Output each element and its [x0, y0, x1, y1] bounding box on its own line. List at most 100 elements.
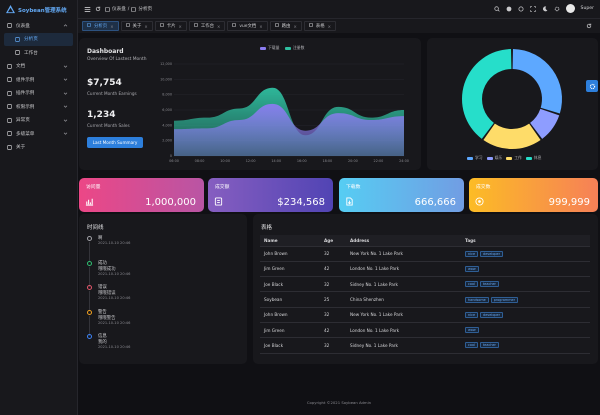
column-header-address[interactable]: Address	[346, 235, 461, 247]
tag-badge: teacher	[479, 342, 499, 349]
close-icon[interactable]: ×	[110, 24, 113, 29]
table-row[interactable]: John Brown 32 New York No. 1 Lake Park nice…	[260, 307, 590, 323]
cell-address: Sidney No. 1 Lake Park	[346, 276, 461, 293]
legend-item: 注册数	[285, 45, 304, 51]
timeline-dot	[87, 285, 92, 290]
last-month-summary-button[interactable]: Last Month Summary	[87, 137, 143, 148]
timeline-connector	[89, 242, 90, 262]
dashboard-icon	[105, 6, 110, 12]
sidebar-item-label: 文档	[16, 64, 26, 70]
tab-1[interactable]: 关于 ×	[120, 21, 153, 31]
close-icon[interactable]: ×	[259, 24, 262, 29]
legend-item: 下载量	[260, 45, 279, 51]
close-icon[interactable]: ×	[293, 24, 296, 29]
cell-address: China Shenzhen	[346, 291, 461, 308]
legend-label: 注册数	[293, 45, 305, 50]
sidebar-item-workbench[interactable]: 工作台	[0, 46, 77, 60]
table-row[interactable]: Jim Green 42 London No. 1 Lake Park wow	[260, 322, 590, 339]
tab-icon	[193, 23, 198, 29]
y-tick-label: 10,000	[160, 77, 172, 81]
stat-title: 访问量	[86, 185, 101, 190]
table-row[interactable]: Soybean 25 China Shenzhen handsome programme…	[260, 291, 590, 308]
legend-swatch	[260, 46, 266, 50]
tab-0[interactable]: 分析页 ×	[82, 21, 119, 31]
cell-age: 32	[320, 337, 346, 354]
avatar[interactable]	[565, 4, 575, 13]
breadcrumb-item-dashboard[interactable]: 仪表盘	[112, 6, 126, 12]
sidebar-item-plugin[interactable]: 插件示例	[0, 87, 77, 101]
moon-icon[interactable]	[542, 5, 548, 12]
sidebar-item-exception[interactable]: 异常页	[0, 114, 77, 128]
sidebar-item-about[interactable]: 关于	[0, 141, 77, 155]
fullscreen-icon[interactable]	[529, 5, 536, 12]
tab-icon	[159, 23, 164, 29]
menu-fold-icon[interactable]	[84, 6, 91, 13]
settings-icon[interactable]	[554, 6, 560, 12]
dashboard-card: Dashboard Overview Of Lastest Month $7,7…	[79, 38, 421, 170]
sidebar-item-label: 权限示例	[16, 104, 35, 110]
sidebar-item-label: 关于	[16, 145, 26, 151]
cell-address: New York No. 1 Lake Park	[346, 307, 461, 323]
refresh-tab-icon[interactable]	[586, 23, 592, 29]
sidebar-item-permission[interactable]: 权限示例	[0, 100, 77, 114]
tag-badge: cool	[465, 342, 478, 349]
breadcrumb-item-analysis[interactable]: 分析页	[138, 6, 152, 12]
x-tick-label: 12:00	[246, 159, 256, 163]
sidebar-item-label: 工作台	[24, 50, 38, 56]
sales-value: 1,234	[87, 110, 116, 120]
column-header-name[interactable]: Name	[260, 235, 320, 247]
theme-icon[interactable]	[518, 6, 524, 12]
sidebar-item-component[interactable]: 组件示例	[0, 73, 77, 87]
sidebar-item-multi-menu[interactable]: 多级菜单	[0, 127, 77, 141]
donut-slice[interactable]	[512, 49, 562, 114]
github-icon[interactable]	[506, 6, 512, 12]
y-tick-label: 8,000	[162, 93, 172, 97]
legend-label: 休息	[533, 155, 542, 160]
table-row[interactable]: Jim Green 42 London No. 1 Lake Park wow	[260, 261, 590, 278]
close-icon[interactable]: ×	[217, 24, 220, 29]
tab-5[interactable]: 路由 ×	[269, 21, 302, 31]
user-name[interactable]: Super	[581, 6, 594, 11]
data-table: Name Age Address Tags John Brown 32 New Yo…	[260, 235, 590, 354]
timeline-time: 2021-10-10 20:46	[98, 296, 131, 300]
table-row[interactable]: John Brown 32 New York No. 1 Lake Park nice…	[260, 246, 590, 262]
dashboard-title: Dashboard	[87, 48, 124, 55]
search-icon[interactable]	[493, 5, 500, 12]
tab-label: 卡片	[166, 24, 176, 29]
close-icon[interactable]: ×	[179, 24, 182, 29]
stat-title: 成交数	[476, 185, 491, 190]
timeline-connector	[89, 291, 90, 311]
close-icon[interactable]: ×	[328, 24, 331, 29]
table-row[interactable]: Joe Black 32 Sidney No. 1 Lake Park cool tea…	[260, 337, 590, 354]
timeline-dot	[87, 236, 92, 241]
y-tick-label: 4,000	[162, 123, 172, 127]
sidebar-item-document[interactable]: 文档	[0, 60, 77, 74]
settings-button[interactable]	[586, 80, 598, 92]
tab-4[interactable]: vue文档 ×	[227, 21, 268, 31]
legend-swatch	[525, 156, 532, 160]
x-tick-label: 24:00	[399, 159, 409, 163]
column-header-tags[interactable]: Tags	[461, 235, 590, 247]
tag-badge: wow	[465, 265, 479, 272]
sidebar-item-analysis[interactable]: 分析页	[4, 32, 73, 46]
x-tick-label: 18:00	[322, 159, 332, 163]
cell-age: 32	[320, 307, 346, 323]
column-header-age[interactable]: Age	[320, 235, 346, 247]
tab-6[interactable]: 表格 ×	[303, 21, 336, 31]
donut-slice[interactable]	[462, 49, 512, 139]
table-row[interactable]: Joe Black 32 Sidney No. 1 Lake Park cool tea…	[260, 276, 590, 293]
donut-slice[interactable]	[483, 123, 541, 149]
sidebar-item-dashboard[interactable]: 仪表盘	[0, 19, 77, 33]
close-icon[interactable]: ×	[144, 24, 147, 29]
tab-label: 分析页	[94, 24, 108, 29]
app-logo[interactable]: Soybean管理系统	[0, 0, 77, 19]
tab-3[interactable]: 工作台 ×	[188, 21, 226, 31]
tab-label: 表格	[315, 24, 325, 29]
tab-icon	[125, 23, 130, 29]
sidebar-item-label: 异常页	[16, 118, 30, 124]
refresh-icon[interactable]	[95, 6, 101, 12]
chevron-down-icon	[63, 104, 68, 109]
tag-badge: handsome	[465, 296, 489, 303]
tab-2[interactable]: 卡片 ×	[154, 21, 187, 31]
x-tick-label: 08:00	[195, 159, 205, 163]
